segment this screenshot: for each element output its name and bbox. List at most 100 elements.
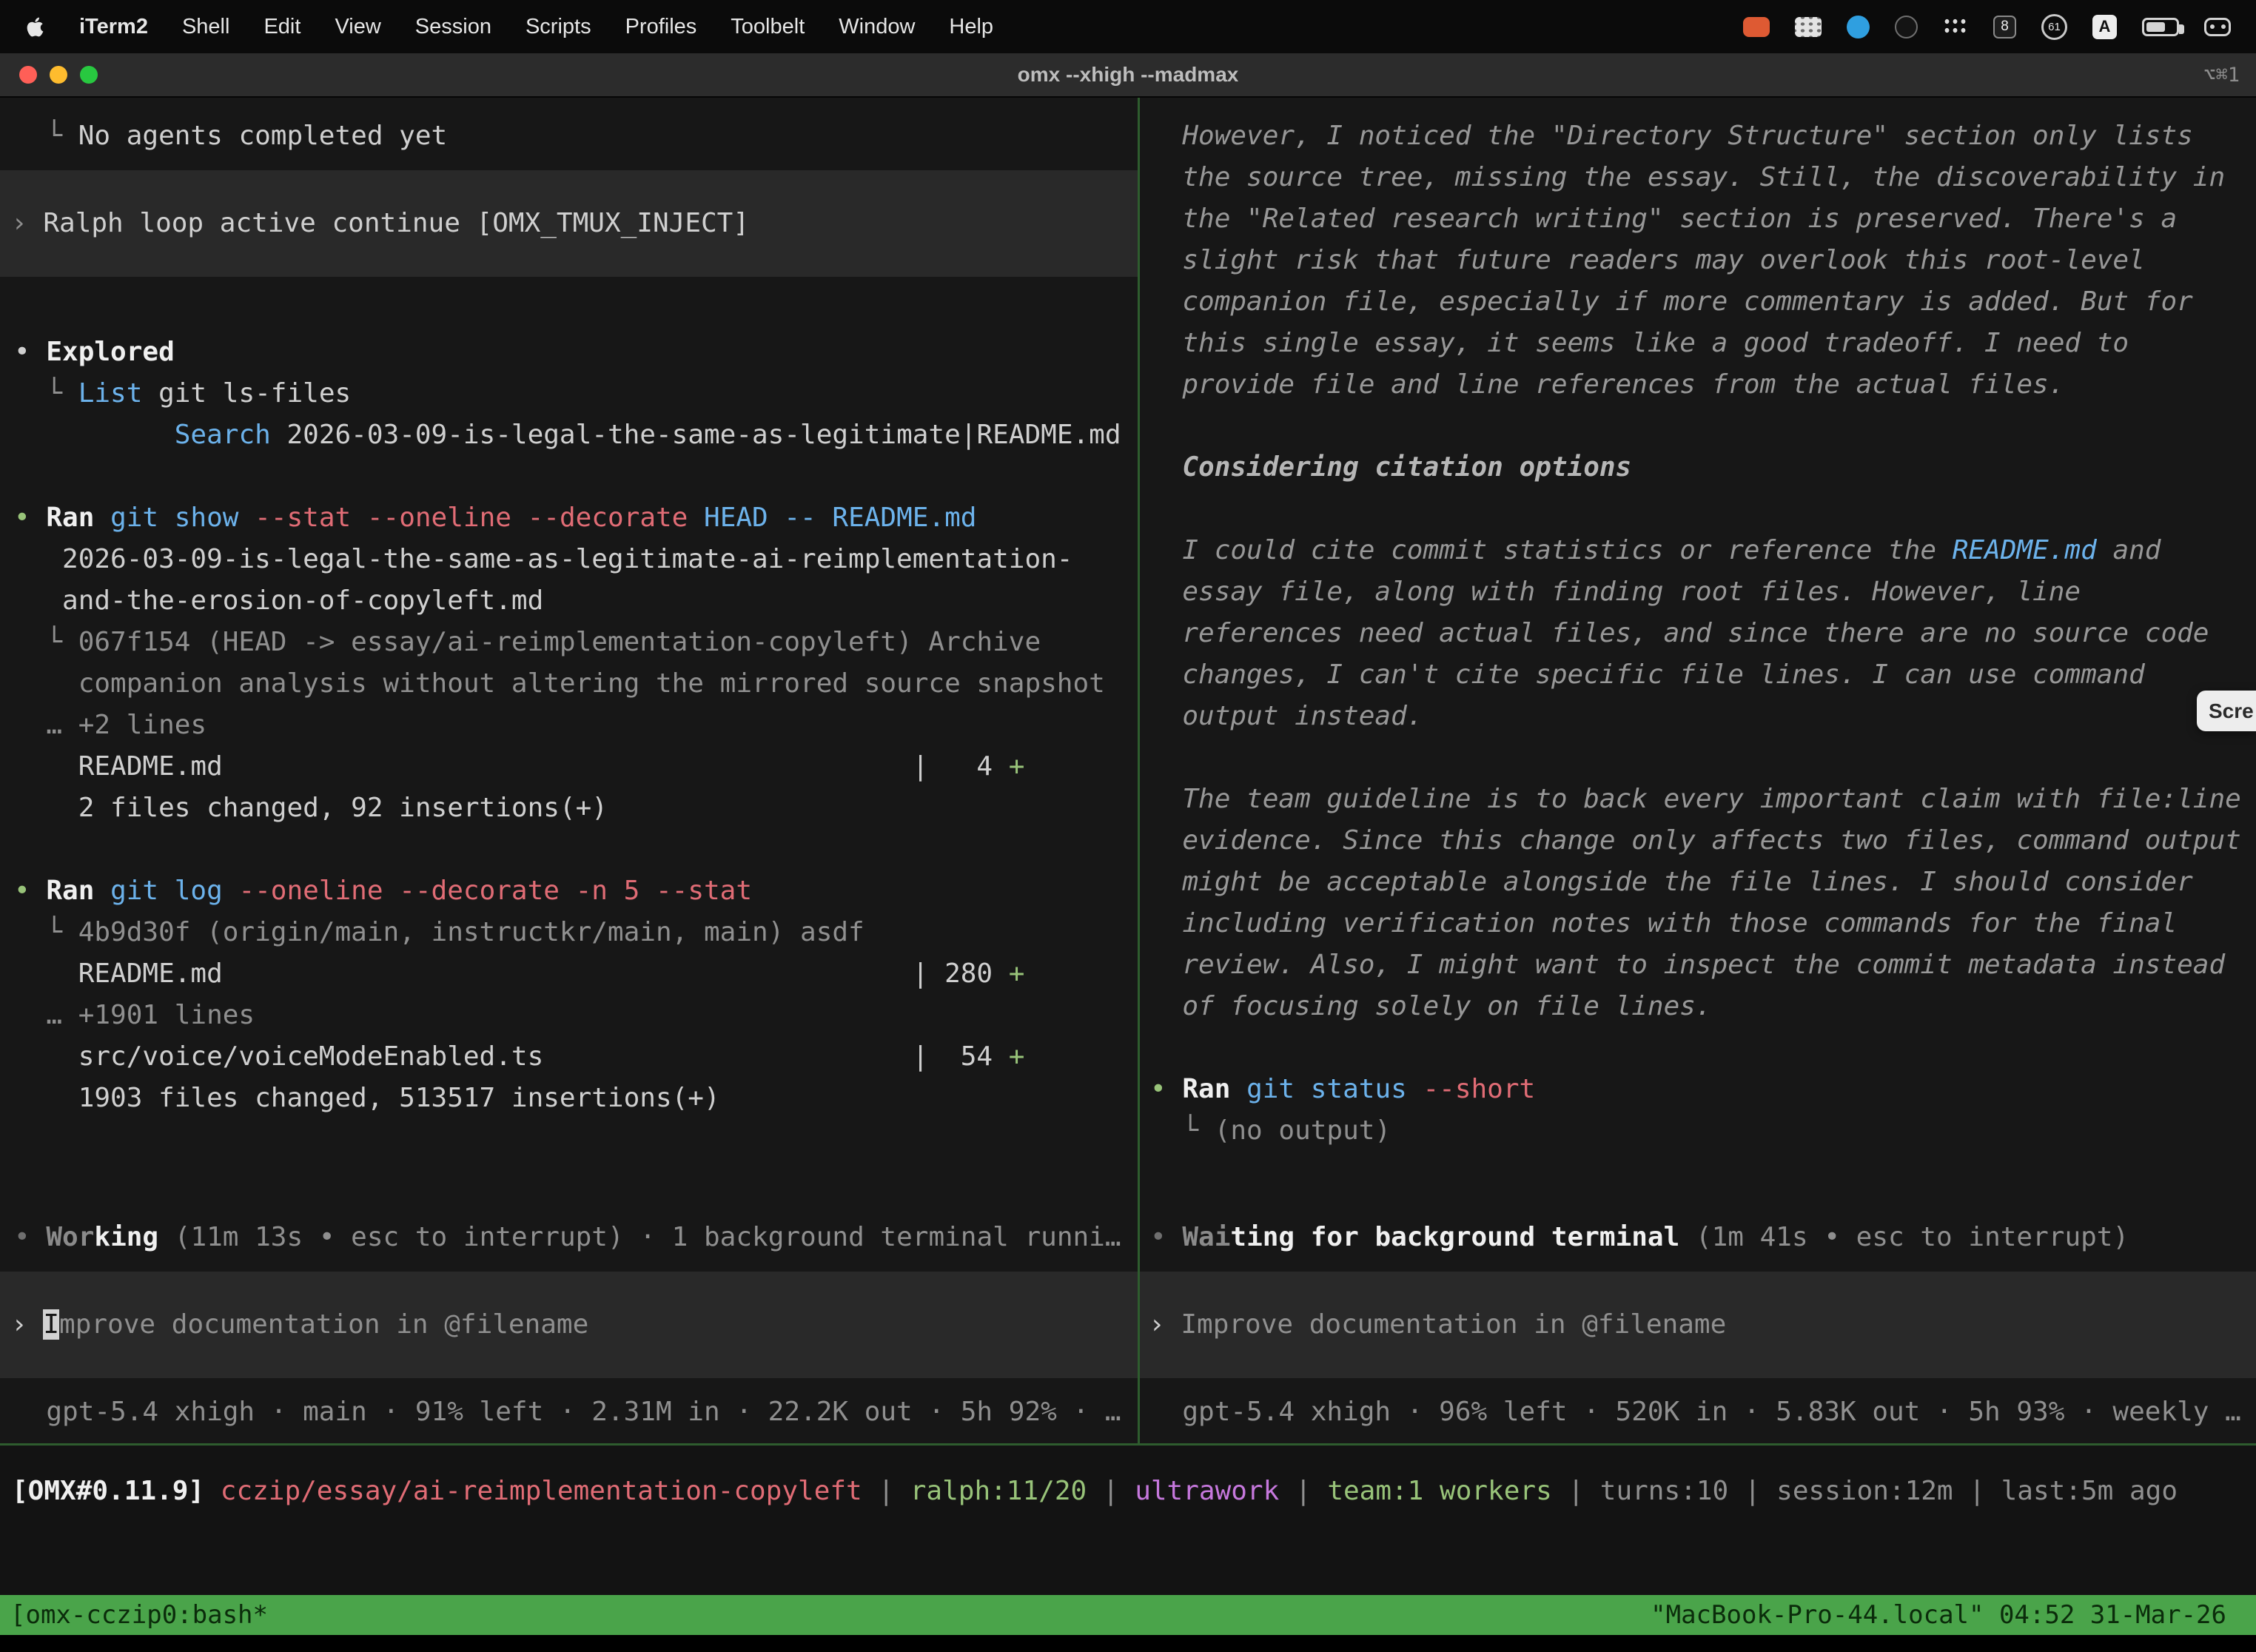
menu-item-profiles[interactable]: Profiles: [625, 15, 697, 39]
terminal-line: The team guideline is to back every impo…: [1140, 779, 2256, 820]
terminal-line: of focusing solely on file lines.: [1140, 986, 2256, 1027]
menu-item-help[interactable]: Help: [949, 15, 993, 39]
terminal-line: review. Also, I might want to inspect th…: [1140, 944, 2256, 986]
terminal-line: [1140, 1027, 2256, 1069]
notification-toast[interactable]: Scre: [2197, 691, 2256, 731]
terminal-line: and-the-erosion-of-copyleft.md: [0, 580, 1138, 622]
ran-git-status-line: • Ran git status --short: [1140, 1069, 2256, 1110]
macos-menu-bar: iTerm2 Shell Edit View Session Scripts Profil…: [0, 0, 2256, 53]
terminal-line: └ List git ls-files: [0, 373, 1138, 414]
keyboard-icon[interactable]: [1795, 17, 1822, 37]
menu-item-scripts[interactable]: Scripts: [526, 15, 591, 39]
session-meta-line: gpt-5.4 xhigh · 96% left · 520K in · 5.8…: [1140, 1391, 2256, 1433]
terminal-line: might be acceptable alongside the file l…: [1140, 862, 2256, 903]
menu-items: Shell Edit View Session Scripts Profiles Toolb…: [182, 15, 993, 39]
terminal-line: [1140, 488, 2256, 530]
terminal-line: src/voice/voiceModeEnabled.ts | 54 +: [0, 1036, 1138, 1078]
omx-status-bar: [OMX#0.11.9] cczip/essay/ai-reimplementa…: [0, 1446, 2256, 1595]
menu-item-toolbelt[interactable]: Toolbelt: [731, 15, 805, 39]
menu-item-edit[interactable]: Edit: [263, 15, 301, 39]
terminal-line: └ 067f154 (HEAD -> essay/ai-reimplementa…: [0, 622, 1138, 663]
terminal-line: companion file, especially if more comme…: [1140, 281, 2256, 323]
terminal-line: [0, 456, 1138, 497]
battery-icon[interactable]: [2142, 18, 2179, 36]
terminal-line: However, I noticed the "Directory Struct…: [1140, 115, 2256, 157]
terminal-line: 1903 files changed, 513517 insertions(+): [0, 1078, 1138, 1119]
traffic-lights: [19, 66, 98, 84]
screen-recording-icon[interactable]: [1743, 17, 1770, 37]
prompt-input[interactable]: › Improve documentation in @filename: [1140, 1272, 2256, 1378]
menu-item-session[interactable]: Session: [415, 15, 491, 39]
input-source-icon[interactable]: A: [2092, 15, 2117, 39]
terminal-line: changes, I can't cite specific file line…: [1140, 654, 2256, 696]
terminal-line: … +2 lines: [0, 705, 1138, 746]
window-shortcut-badge: ⌥⌘1: [2203, 64, 2240, 87]
dark-app-icon[interactable]: [1895, 16, 1918, 38]
minimize-button[interactable]: [50, 66, 67, 84]
terminal-line: provide file and line references from th…: [1140, 364, 2256, 406]
terminal-line: [1140, 737, 2256, 779]
prompt-input[interactable]: › Improve documentation in @filename: [0, 1272, 1138, 1378]
battery-fill: [2146, 22, 2165, 32]
terminal-line: [0, 290, 1138, 332]
ran-git-show-line: • Ran git show --stat --oneline --decora…: [0, 497, 1138, 539]
tmux-session-label: [omx-cczip0:bash*: [10, 1600, 268, 1630]
agents-status-line: └ No agents completed yet: [0, 115, 1138, 157]
waiting-status-line: • Waiting for background terminal (1m 41…: [1140, 1217, 2256, 1258]
terminal-line: slight risk that future readers may over…: [1140, 240, 2256, 281]
menu-status-icons: 8 61 A: [1743, 14, 2231, 40]
terminal-line: [1140, 406, 2256, 447]
battery-nub: [2179, 24, 2184, 34]
terminal-line: └ (no output): [1140, 1110, 2256, 1152]
terminal-line: Search 2026-03-09-is-legal-the-same-as-l…: [0, 414, 1138, 456]
terminal-line: 2 files changed, 92 insertions(+): [0, 788, 1138, 829]
menu-item-view[interactable]: View: [335, 15, 380, 39]
session-meta-line: gpt-5.4 xhigh · main · 91% left · 2.31M …: [0, 1391, 1138, 1433]
zoom-button[interactable]: [80, 66, 98, 84]
terminal-line: └ 4b9d30f (origin/main, instructkr/main,…: [0, 912, 1138, 953]
pane-spacer: [0, 1119, 1138, 1217]
toast-text: Scre: [2209, 699, 2254, 723]
explored-header-line: • Explored: [0, 332, 1138, 373]
apple-menu-icon[interactable]: [25, 17, 45, 37]
window-title-bar: omx --xhigh --madmax ⌥⌘1: [0, 53, 2256, 98]
launchpad-dots-icon[interactable]: [1943, 17, 1968, 36]
tmux-status-bar: [omx-cczip0:bash* "MacBook-Pro-44.local"…: [0, 1595, 2256, 1635]
terminal-line: references need actual files, and since …: [1140, 613, 2256, 654]
screen: iTerm2 Shell Edit View Session Scripts Profil…: [0, 0, 2256, 1652]
thinking-header: Considering citation options: [1140, 447, 2256, 488]
terminal-line: the source tree, missing the essay. Stil…: [1140, 157, 2256, 198]
terminal-line: essay file, along with finding root file…: [1140, 571, 2256, 613]
terminal-line: README.md | 280 +: [0, 953, 1138, 995]
terminal-line: [0, 829, 1138, 870]
menu-item-iterm2[interactable]: iTerm2: [79, 15, 148, 39]
terminal-line: output instead.: [1140, 696, 2256, 737]
terminal-line: this single essay, it seems like a good …: [1140, 323, 2256, 364]
bottom-gap: [0, 1635, 2256, 1652]
terminal-pane-left[interactable]: └ No agents completed yet › Ralph loop ac…: [0, 98, 1138, 1443]
terminal-pane-right[interactable]: However, I noticed the "Directory Struct…: [1140, 98, 2256, 1443]
terminal-line: I could cite commit statistics or refere…: [1140, 530, 2256, 571]
terminal-line: the "Related research writing" section i…: [1140, 198, 2256, 240]
blue-app-icon[interactable]: [1847, 16, 1870, 38]
terminal-line: companion analysis without altering the …: [0, 663, 1138, 705]
control-center-icon[interactable]: [2204, 18, 2231, 36]
terminal-line: … +1901 lines: [0, 995, 1138, 1036]
menu-left: iTerm2 Shell Edit View Session Scripts Profil…: [25, 15, 993, 39]
terminal-line: 2026-03-09-is-legal-the-same-as-legitima…: [0, 539, 1138, 580]
terminal-line: evidence. Since this change only affects…: [1140, 820, 2256, 862]
tmux-host-clock-label: "MacBook-Pro-44.local" 04:52 31-Mar-26: [1651, 1600, 2226, 1630]
window-title: omx --xhigh --madmax: [1018, 63, 1239, 87]
battery-gauge-icon[interactable]: 61: [2041, 14, 2067, 40]
menu-item-shell[interactable]: Shell: [182, 15, 230, 39]
pane-spacer: [1140, 1152, 2256, 1217]
ralph-loop-banner[interactable]: › Ralph loop active continue [OMX_TMUX_I…: [0, 170, 1138, 277]
menu-item-window[interactable]: Window: [839, 15, 915, 39]
close-button[interactable]: [19, 66, 37, 84]
ran-git-log-line: • Ran git log --oneline --decorate -n 5 …: [0, 870, 1138, 912]
key-app-icon[interactable]: 8: [1993, 16, 2016, 38]
terminal-line: including verification notes with those …: [1140, 903, 2256, 944]
terminal-panes: └ No agents completed yet › Ralph loop ac…: [0, 98, 2256, 1443]
working-status-line: • Working (11m 13s • esc to interrupt) ·…: [0, 1217, 1138, 1258]
terminal-line: README.md | 4 +: [0, 746, 1138, 788]
